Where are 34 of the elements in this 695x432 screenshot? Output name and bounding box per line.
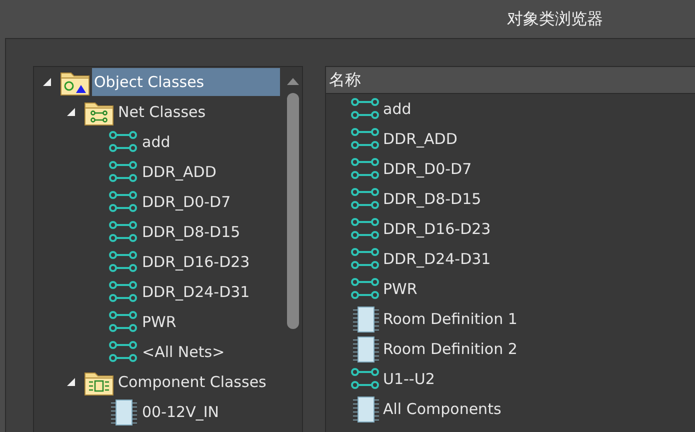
tree-item[interactable]: DDR_D24-D31 bbox=[140, 278, 252, 306]
window-title: 对象类浏览器 bbox=[507, 8, 603, 30]
scroll-thumb[interactable] bbox=[287, 93, 299, 329]
tree-item[interactable]: PWR bbox=[140, 308, 178, 336]
expanded-triangle-icon[interactable] bbox=[66, 377, 76, 387]
list-item[interactable]: DDR_D8-D15 bbox=[383, 190, 482, 208]
tree-item[interactable]: 00-12V_IN bbox=[140, 398, 221, 426]
tree-item[interactable]: Object Classes bbox=[92, 68, 280, 96]
tree-item[interactable]: DDR_ADD bbox=[140, 158, 218, 186]
tree-item[interactable]: Net Classes bbox=[116, 98, 208, 126]
scroll-up-icon[interactable] bbox=[286, 77, 300, 85]
expanded-triangle-icon[interactable] bbox=[66, 107, 76, 117]
chip-icon bbox=[108, 398, 140, 426]
list-item[interactable]: PWR bbox=[383, 280, 418, 298]
tree-item[interactable]: add bbox=[140, 128, 172, 156]
tree-item[interactable]: DDR_D8-D15 bbox=[140, 218, 242, 246]
list-item[interactable]: U1--U2 bbox=[383, 370, 435, 388]
tree-item[interactable]: DDR_D16-D23 bbox=[140, 248, 252, 276]
list-item[interactable]: DDR_D16-D23 bbox=[383, 220, 491, 238]
column-header[interactable]: 名称 bbox=[326, 70, 361, 90]
chip-icon bbox=[350, 395, 382, 423]
list-item[interactable]: Room Definition 1 bbox=[383, 310, 518, 328]
chip-icon bbox=[350, 335, 382, 363]
list-item[interactable]: add bbox=[383, 100, 412, 118]
tree-item[interactable]: <All Nets> bbox=[140, 338, 227, 366]
list-item[interactable]: DDR_ADD bbox=[383, 130, 458, 148]
chip-icon bbox=[350, 305, 382, 333]
tree-item[interactable]: Component Classes bbox=[116, 368, 268, 396]
expanded-triangle-icon[interactable] bbox=[42, 77, 52, 87]
list-item[interactable]: All Components bbox=[383, 400, 502, 418]
list-item[interactable]: Room Definition 2 bbox=[383, 340, 518, 358]
tree-item[interactable]: DDR_D0-D7 bbox=[140, 188, 233, 216]
list-item[interactable]: DDR_D24-D31 bbox=[383, 250, 491, 268]
list-item[interactable]: DDR_D0-D7 bbox=[383, 160, 472, 178]
